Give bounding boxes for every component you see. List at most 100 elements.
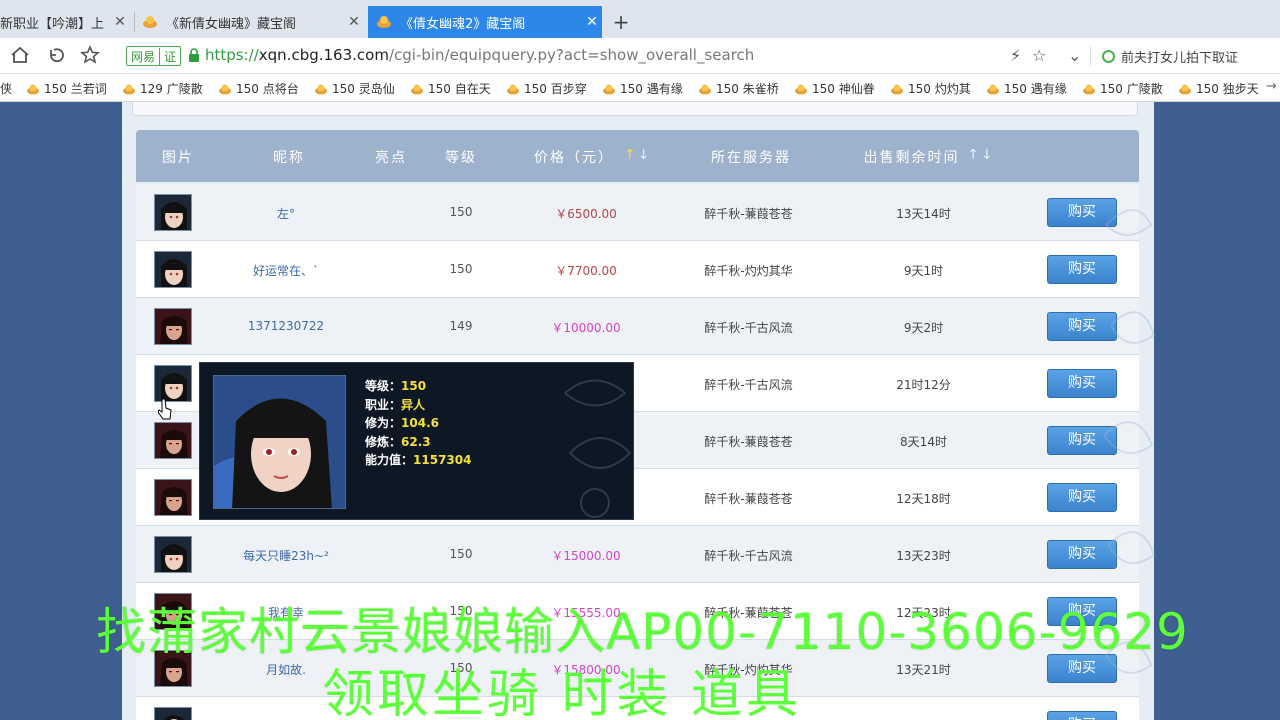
- bookmark-item[interactable]: 150 神仙眷: [794, 80, 875, 97]
- undo-icon[interactable]: [44, 44, 68, 68]
- treasure-icon: [315, 84, 327, 94]
- bookmark-label: 150 灼灼其: [908, 82, 971, 96]
- bookmark-item[interactable]: 150 遇有缘: [602, 80, 683, 97]
- sort-down-icon[interactable]: ↓: [981, 147, 995, 163]
- bookmark-item[interactable]: 150 朱雀桥: [698, 80, 779, 97]
- time-left-value: 8天14时: [900, 435, 947, 449]
- search-hint-box[interactable]: 前夫打女儿拍下取证: [1092, 44, 1278, 68]
- chevron-down-icon[interactable]: ⌄: [1068, 46, 1081, 65]
- site-cert: 证: [159, 47, 180, 65]
- close-icon[interactable]: ✕: [582, 14, 602, 30]
- bookmark-item[interactable]: 150 独步天: [1178, 80, 1259, 97]
- close-icon[interactable]: ✕: [110, 14, 130, 30]
- time-left-value: 21时12分: [896, 378, 951, 392]
- close-icon[interactable]: ✕: [344, 14, 364, 30]
- favorite-star-icon[interactable]: ☆: [1032, 46, 1046, 65]
- bookmark-label: 150 广陵散: [1100, 82, 1163, 96]
- character-avatar[interactable]: [154, 536, 192, 573]
- treasure-icon: [891, 84, 903, 94]
- bookmark-label: 129 广陵散: [140, 82, 203, 96]
- server-value: 醉千秋-蒹葭苍苍: [704, 492, 793, 506]
- sort-price-arrows[interactable]: ↑↓: [624, 147, 650, 163]
- site-name: 网易: [131, 49, 156, 64]
- bookmark-label: 150 自在天: [428, 82, 491, 96]
- treasure-icon: [987, 84, 999, 94]
- character-avatar[interactable]: [154, 479, 192, 516]
- price-value: ￥10000.00: [551, 321, 621, 335]
- address-toolbar: 网易 证 https://xqn.cbg.163.com/cgi-bin/equ…: [0, 38, 1280, 74]
- server-value: 醉千秋-蒹葭苍苍: [704, 207, 793, 221]
- bookmark-item[interactable]: 侠: [0, 80, 12, 97]
- bookmark-item[interactable]: 150 自在天: [410, 80, 491, 97]
- treasure-icon: [27, 84, 39, 94]
- tooltip-stats: 等级：150 职业：异人 修为：104.6 修炼：62.3 能力值：115730…: [365, 377, 471, 470]
- url-protocol: https://: [205, 46, 259, 64]
- bookmark-item[interactable]: 150 兰若词: [26, 80, 107, 97]
- time-left-value: 12天18时: [896, 492, 951, 506]
- site-identity-badge[interactable]: 网易 证: [126, 46, 182, 66]
- bookmark-label: 150 兰若词: [44, 82, 107, 96]
- server-value: 醉千秋-灼灼其华: [704, 264, 793, 278]
- price-value: ￥7700.00: [555, 264, 617, 278]
- tab-1-label: 新职业【吟潮】上: [0, 16, 105, 32]
- url-field[interactable]: https://xqn.cbg.163.com/cgi-bin/equipque…: [205, 46, 754, 64]
- home-icon[interactable]: [8, 44, 32, 68]
- tooltip-training: 修炼：62.3: [365, 434, 431, 449]
- tab-2[interactable]: 《新倩女幽魂》藏宝阁 ✕: [138, 6, 364, 38]
- sort-up-icon[interactable]: ↑: [967, 147, 981, 163]
- nickname-link[interactable]: 好运常在、`: [206, 262, 366, 279]
- character-avatar[interactable]: [154, 308, 192, 345]
- price-value: ￥6500.00: [555, 207, 617, 221]
- nickname-link[interactable]: 每天只睡23h~²: [206, 547, 366, 564]
- header-level: 等级: [445, 150, 477, 166]
- bookmark-item[interactable]: 150 灼灼其: [890, 80, 971, 97]
- bookmark-item[interactable]: 150 点将台: [218, 80, 299, 97]
- treasure-favicon-icon: [143, 16, 157, 28]
- bookmark-label: 150 遇有缘: [1004, 82, 1067, 96]
- bookmark-item[interactable]: 129 广陵散: [122, 80, 203, 97]
- tooltip-level: 等级：150: [365, 379, 427, 393]
- treasure-icon: [1179, 84, 1191, 94]
- bookmark-item[interactable]: 150 遇有缘: [986, 80, 1067, 97]
- time-left-value: 9天1时: [903, 264, 944, 278]
- tooltip-class: 职业：异人: [365, 397, 426, 412]
- bookmark-item[interactable]: 150 广陵散: [1082, 80, 1163, 97]
- time-left-value: 9天2时: [903, 321, 944, 335]
- search-icon: [1102, 49, 1115, 63]
- lightning-icon[interactable]: ⚡: [1010, 46, 1021, 65]
- tab-3-active[interactable]: 《倩女幽魂2》藏宝阁 ✕: [368, 6, 602, 38]
- sort-up-icon[interactable]: ↑: [624, 147, 638, 163]
- sort-time-arrows[interactable]: ↑↓: [966, 147, 996, 163]
- character-avatar[interactable]: [154, 707, 192, 720]
- treasure-icon: [603, 84, 615, 94]
- table-header: 图片 昵称 亮点 等级 价格（元） ↑↓ 所在服务器 出售剩余时间 ↑↓: [136, 130, 1139, 182]
- treasure-icon: [795, 84, 807, 94]
- bookmark-label: 150 百步穿: [524, 82, 587, 96]
- new-tab-plus-icon[interactable]: +: [610, 10, 632, 34]
- character-avatar[interactable]: [154, 251, 192, 288]
- tab-1[interactable]: 新职业【吟潮】上 ✕: [0, 6, 130, 38]
- treasure-icon: [123, 84, 135, 94]
- table-row: 每天只睡23h~² 150 ￥15000.00 醉千秋-千古风流 13天23时 …: [136, 526, 1139, 583]
- page-content: 图片 昵称 亮点 等级 价格（元） ↑↓ 所在服务器 出售剩余时间 ↑↓ 左° …: [0, 102, 1280, 720]
- toolbar-divider: [1090, 46, 1091, 66]
- table-row: 1371230722 149 ￥10000.00 醉千秋-千古风流 9天2时 购…: [136, 298, 1139, 355]
- character-avatar[interactable]: [154, 422, 192, 459]
- character-avatar[interactable]: [154, 194, 192, 231]
- bookmarks-bar: 侠 150 兰若词 129 广陵散 150 点将台 150 灵岛仙 150 自在…: [0, 74, 1280, 102]
- treasure-favicon-icon: [377, 16, 391, 28]
- character-avatar[interactable]: [154, 365, 192, 402]
- bookmark-label: 侠: [0, 82, 13, 96]
- bookmark-item[interactable]: 150 灵岛仙: [314, 80, 395, 97]
- nickname-link[interactable]: 左°: [206, 205, 366, 222]
- star-bookmark-icon[interactable]: [78, 44, 102, 68]
- bookmarks-overflow-icon[interactable]: →: [1266, 79, 1277, 94]
- tooltip-power: 能力值：1157304: [365, 453, 472, 467]
- nickname-link[interactable]: 1371230722: [206, 319, 366, 333]
- bookmark-item[interactable]: 150 百步穿: [506, 80, 587, 97]
- character-portrait: [213, 375, 346, 509]
- url-host: xqn.cbg.163.com: [258, 46, 389, 64]
- treasure-icon: [219, 84, 231, 94]
- header-server: 所在服务器: [711, 150, 791, 166]
- sort-down-icon[interactable]: ↓: [638, 147, 652, 163]
